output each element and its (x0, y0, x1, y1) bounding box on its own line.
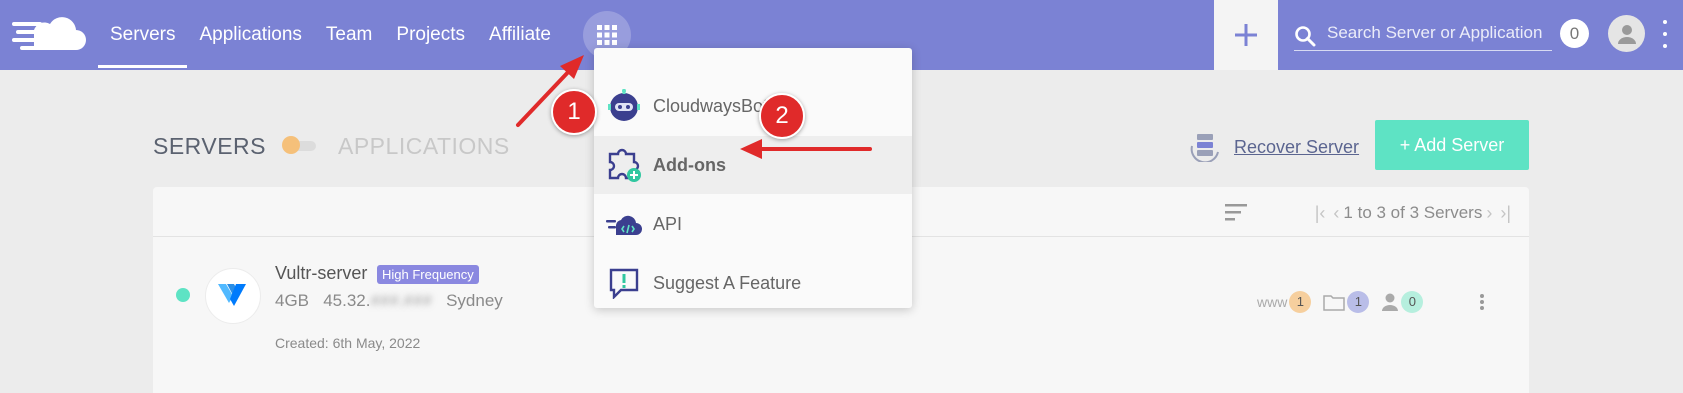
last-page-icon[interactable]: ›| (1500, 203, 1511, 224)
menu-label-add-ons: Add-ons (653, 154, 726, 175)
server-created-date: Created: 6th May, 2022 (275, 335, 421, 351)
nav-projects[interactable]: Projects (384, 0, 477, 70)
robot-icon (606, 88, 642, 124)
www-icon: www (1257, 294, 1288, 310)
search-input[interactable] (1327, 19, 1552, 47)
server-meta: 4GB 45.32.###.### Sydney (275, 291, 503, 311)
prev-page-icon[interactable]: ‹ (1333, 203, 1339, 224)
stat-folders[interactable]: 1 (1323, 291, 1370, 313)
api-cloud-icon (606, 206, 642, 242)
nav-team[interactable]: Team (314, 0, 384, 70)
main-nav: Servers Applications Team Projects Affil… (98, 0, 563, 70)
menu-item-add-ons[interactable]: Add-ons (594, 136, 912, 194)
stat-users[interactable]: 0 (1381, 291, 1424, 313)
server-ip: 45.32. (323, 291, 371, 310)
folder-count: 1 (1347, 291, 1370, 313)
server-stats: www 1 1 0 (1257, 291, 1435, 313)
search-icon (1295, 26, 1316, 47)
nav-servers[interactable]: Servers (98, 0, 188, 70)
nav-applications[interactable]: Applications (187, 0, 313, 70)
www-count: 1 (1289, 291, 1312, 313)
server-ip-blurred: ###.### (370, 291, 432, 310)
plus-icon (1235, 24, 1257, 46)
annotation-step-1: 1 (551, 89, 597, 135)
apps-dropdown-menu: CloudwaysBot Add-ons API Suggest A Featu… (594, 48, 912, 308)
tab-servers[interactable]: SERVERS (153, 133, 266, 160)
recover-server-icon (1190, 134, 1219, 162)
add-server-button[interactable]: + Add Server (1375, 120, 1529, 170)
grid-icon (597, 25, 617, 45)
puzzle-addon-icon (606, 147, 642, 183)
first-page-icon[interactable]: |‹ (1315, 203, 1326, 224)
menu-item-api[interactable]: API (594, 195, 912, 253)
user-icon (1382, 293, 1399, 311)
vultr-logo (205, 268, 261, 324)
server-type-badge: High Frequency (377, 265, 479, 284)
sort-icon[interactable] (1225, 203, 1249, 221)
cloudways-logo[interactable] (12, 14, 86, 52)
pagination-text: 1 to 3 of 3 Servers (1343, 203, 1483, 222)
menu-label-suggest-feature: Suggest A Feature (653, 272, 802, 293)
menu-item-cloudwaysbot[interactable]: CloudwaysBot (594, 77, 912, 135)
create-button[interactable] (1214, 0, 1278, 70)
server-more-icon[interactable] (1479, 294, 1485, 310)
server-size: 4GB (275, 291, 310, 310)
stat-www[interactable]: www 1 (1257, 291, 1312, 313)
annotation-step-2: 2 (759, 93, 805, 139)
pagination: |‹ ‹ 1 to 3 of 3 Servers › ›| (1311, 201, 1515, 225)
server-name[interactable]: Vultr-server (275, 263, 367, 284)
menu-label-api: API (653, 213, 683, 234)
servers-apps-toggle[interactable] (282, 136, 316, 154)
user-icon (1617, 24, 1636, 44)
menu-item-suggest-feature[interactable]: Suggest A Feature (594, 254, 912, 312)
recover-server-label: Recover Server (1234, 136, 1360, 157)
server-location: Sydney (446, 291, 503, 310)
next-page-icon[interactable]: › (1486, 203, 1492, 224)
user-count: 0 (1401, 291, 1424, 313)
menu-label-cloudwaysbot: CloudwaysBot (653, 95, 769, 116)
search-box (1294, 17, 1552, 51)
tab-applications[interactable]: APPLICATIONS (338, 133, 510, 160)
notification-count[interactable]: 0 (1560, 19, 1589, 48)
server-status-dot (176, 288, 190, 302)
nav-affiliate[interactable]: Affiliate (477, 0, 563, 70)
folder-icon (1323, 295, 1346, 311)
recover-server-link[interactable]: Recover Server (1188, 131, 1359, 163)
avatar[interactable] (1608, 15, 1645, 52)
suggest-feature-icon (606, 265, 642, 301)
more-menu-icon[interactable] (1660, 20, 1670, 48)
